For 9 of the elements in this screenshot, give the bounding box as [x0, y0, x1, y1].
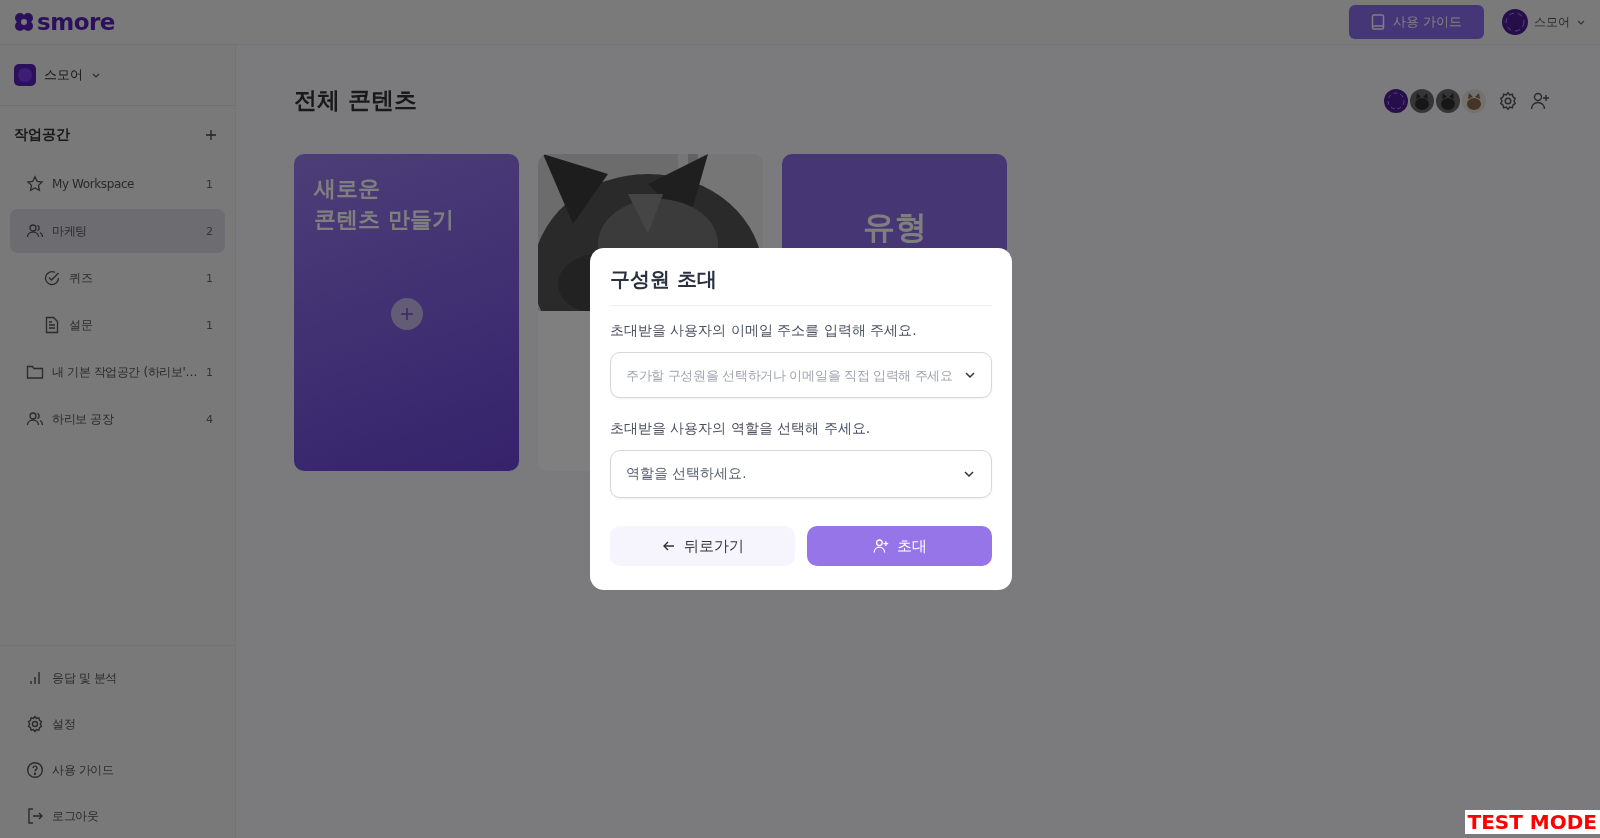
email-label: 초대받을 사용자의 이메일 주소를 입력해 주세요. [610, 322, 918, 340]
page-title: 전체 콘텐츠 [294, 86, 417, 115]
test-mode-label: TEST MODE [1464, 810, 1600, 834]
section-title: 작업공간 [14, 126, 70, 144]
role-label: 초대받을 사용자의 역할을 선택해 주세요. [610, 420, 872, 438]
card-title: 유형 [862, 207, 927, 246]
card-title: 새로운 콘텐츠 만들기 [314, 175, 455, 234]
logo-text: smore [37, 9, 115, 35]
dialog-title: 구성원 초대 [610, 266, 718, 293]
